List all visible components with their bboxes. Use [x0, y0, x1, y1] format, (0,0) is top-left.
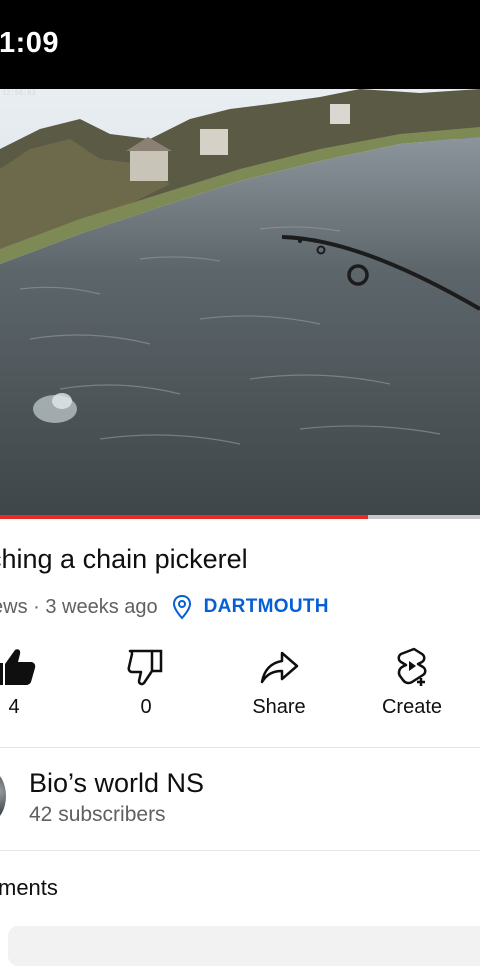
share-icon — [229, 644, 329, 690]
video-frame — [0, 89, 480, 515]
share-button[interactable]: Share — [229, 644, 329, 719]
create-label: Create — [381, 696, 443, 718]
avatar[interactable] — [0, 772, 6, 820]
share-label: Share — [252, 696, 306, 718]
channel-name[interactable]: Bio’s world NS — [29, 768, 204, 799]
divider — [0, 747, 480, 748]
video-meta[interactable]: ews · 3 weeks ago DARTMOUTH — [0, 594, 329, 620]
like-count: 4 — [8, 696, 20, 718]
thumbs-up-icon — [0, 644, 64, 690]
dislike-button[interactable]: 0 — [96, 644, 196, 719]
video-player[interactable]: 12:56:03 — [0, 89, 480, 515]
video-progress-bar[interactable] — [0, 515, 480, 519]
views-and-age: ews · 3 weeks ago — [0, 595, 158, 618]
action-bar: 4 0 Share Create — [0, 644, 480, 728]
create-button[interactable]: Create — [362, 644, 462, 719]
comment-preview[interactable] — [8, 926, 480, 966]
like-button[interactable]: 4 — [0, 644, 64, 719]
divider — [0, 850, 480, 851]
video-progress-fill — [0, 515, 368, 519]
subscriber-count: 42 subscribers — [29, 803, 166, 826]
thumbs-down-icon — [96, 644, 196, 690]
status-time: 1:09 — [0, 27, 60, 59]
location-link[interactable]: DARTMOUTH — [204, 596, 329, 618]
video-timestamp: 12:56:03 — [2, 89, 36, 97]
video-title[interactable]: ching a chain pickerel — [0, 544, 248, 575]
status-bar: 1:09 — [0, 0, 480, 89]
location-pin-icon — [170, 594, 194, 620]
comments-header[interactable]: ments — [0, 875, 58, 901]
create-icon — [362, 644, 462, 690]
dislike-count: 0 — [140, 696, 152, 718]
